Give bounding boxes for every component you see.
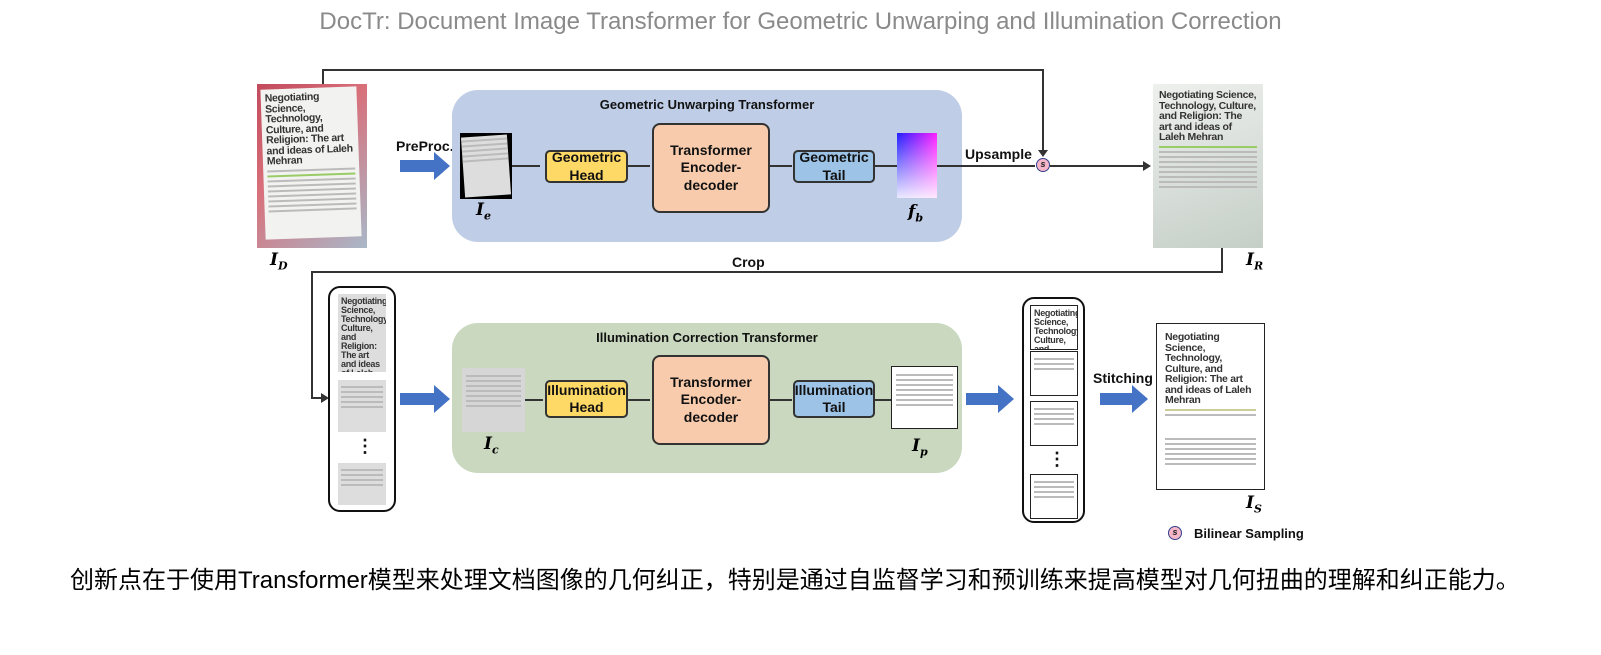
label-id: ID (270, 250, 288, 273)
bilinear-sampling-legend-icon: s (1168, 526, 1182, 540)
ellipsis: ⋮ (356, 436, 374, 456)
bilinear-sampling-node: s (1036, 158, 1050, 172)
connector (770, 165, 792, 167)
image-ie (460, 133, 512, 199)
corrected-patches-strip: Negotiating Science, Technology, Culture… (1022, 297, 1085, 523)
arrow-right-icon (966, 385, 1014, 413)
geometric-encoder-decoder-box: Transformer Encoder-decoder (652, 123, 770, 213)
cropped-patches-strip: Negotiating Science, Technology, Culture… (328, 286, 396, 512)
label-ie: Ie (476, 200, 491, 223)
label-fb: fb (908, 202, 924, 225)
illumination-head-box: Illumination Head (545, 380, 628, 418)
label-ic: Ic (484, 434, 499, 457)
connector (770, 399, 792, 401)
crop-line (1221, 248, 1223, 273)
connector (525, 399, 543, 401)
rectified-image-ir: Negotiating Science, Technology, Culture… (1153, 84, 1263, 248)
crop-line (311, 271, 313, 399)
geometric-tail-box: Geometric Tail (793, 149, 875, 183)
arrowhead (1143, 161, 1151, 171)
upsample-label: Upsample (965, 146, 1032, 162)
skip-line (322, 69, 324, 85)
stitching-label: Stitching (1093, 370, 1153, 386)
output-image-is: Negotiating Science, Technology, Culture… (1156, 323, 1265, 490)
document-heading: Negotiating Science, Technology, Culture… (264, 90, 353, 168)
arrowhead (1038, 150, 1048, 157)
diagram-title: DocTr: Document Image Transformer for Ge… (319, 8, 1282, 35)
illumination-tail-box: Illumination Tail (793, 380, 875, 418)
geometric-head-box: Geometric Head (545, 149, 628, 183)
crop-line (311, 271, 1223, 273)
label-is: IS (1246, 493, 1262, 516)
document-heading: Negotiating Science, Technology, Culture… (1159, 89, 1257, 143)
image-ic (462, 368, 525, 432)
flow-field-fb (897, 133, 937, 198)
connector (875, 165, 897, 167)
ellipsis: ⋮ (1048, 449, 1066, 469)
document-heading: Negotiating Science, Technology, Culture… (1034, 308, 1078, 350)
connector (937, 165, 1035, 167)
crop-label: Crop (732, 254, 765, 270)
connector (512, 165, 540, 167)
legend-label: Bilinear Sampling (1194, 526, 1304, 541)
arrow-right-icon (400, 152, 450, 180)
geometric-panel-title: Geometric Unwarping Transformer (599, 97, 815, 112)
connector (1050, 165, 1144, 167)
image-ip (891, 366, 958, 429)
connector (628, 165, 650, 167)
document-heading: Negotiating Science, Technology, Culture… (1165, 331, 1252, 406)
caption-text: 创新点在于使用Transformer模型来处理文档图像的几何纠正，特别是通过自监… (70, 567, 1520, 594)
illumination-panel-title: Illumination Correction Transformer (596, 330, 818, 345)
arrow-right-icon (1100, 385, 1148, 413)
connector (875, 399, 891, 401)
illumination-encoder-decoder-box: Transformer Encoder-decoder (652, 355, 770, 445)
connector (628, 399, 650, 401)
document-heading: Negotiating Science, Technology, Culture… (341, 296, 386, 373)
skip-line (322, 69, 1044, 71)
label-ir: IR (1246, 250, 1264, 273)
input-image-id: Negotiating Science, Technology, Culture… (257, 84, 367, 248)
label-ip: Ip (912, 436, 928, 459)
diagram: DocTr: Document Image Transformer for Ge… (0, 0, 1601, 655)
arrow-right-icon (400, 385, 450, 413)
skip-line (1042, 69, 1044, 155)
